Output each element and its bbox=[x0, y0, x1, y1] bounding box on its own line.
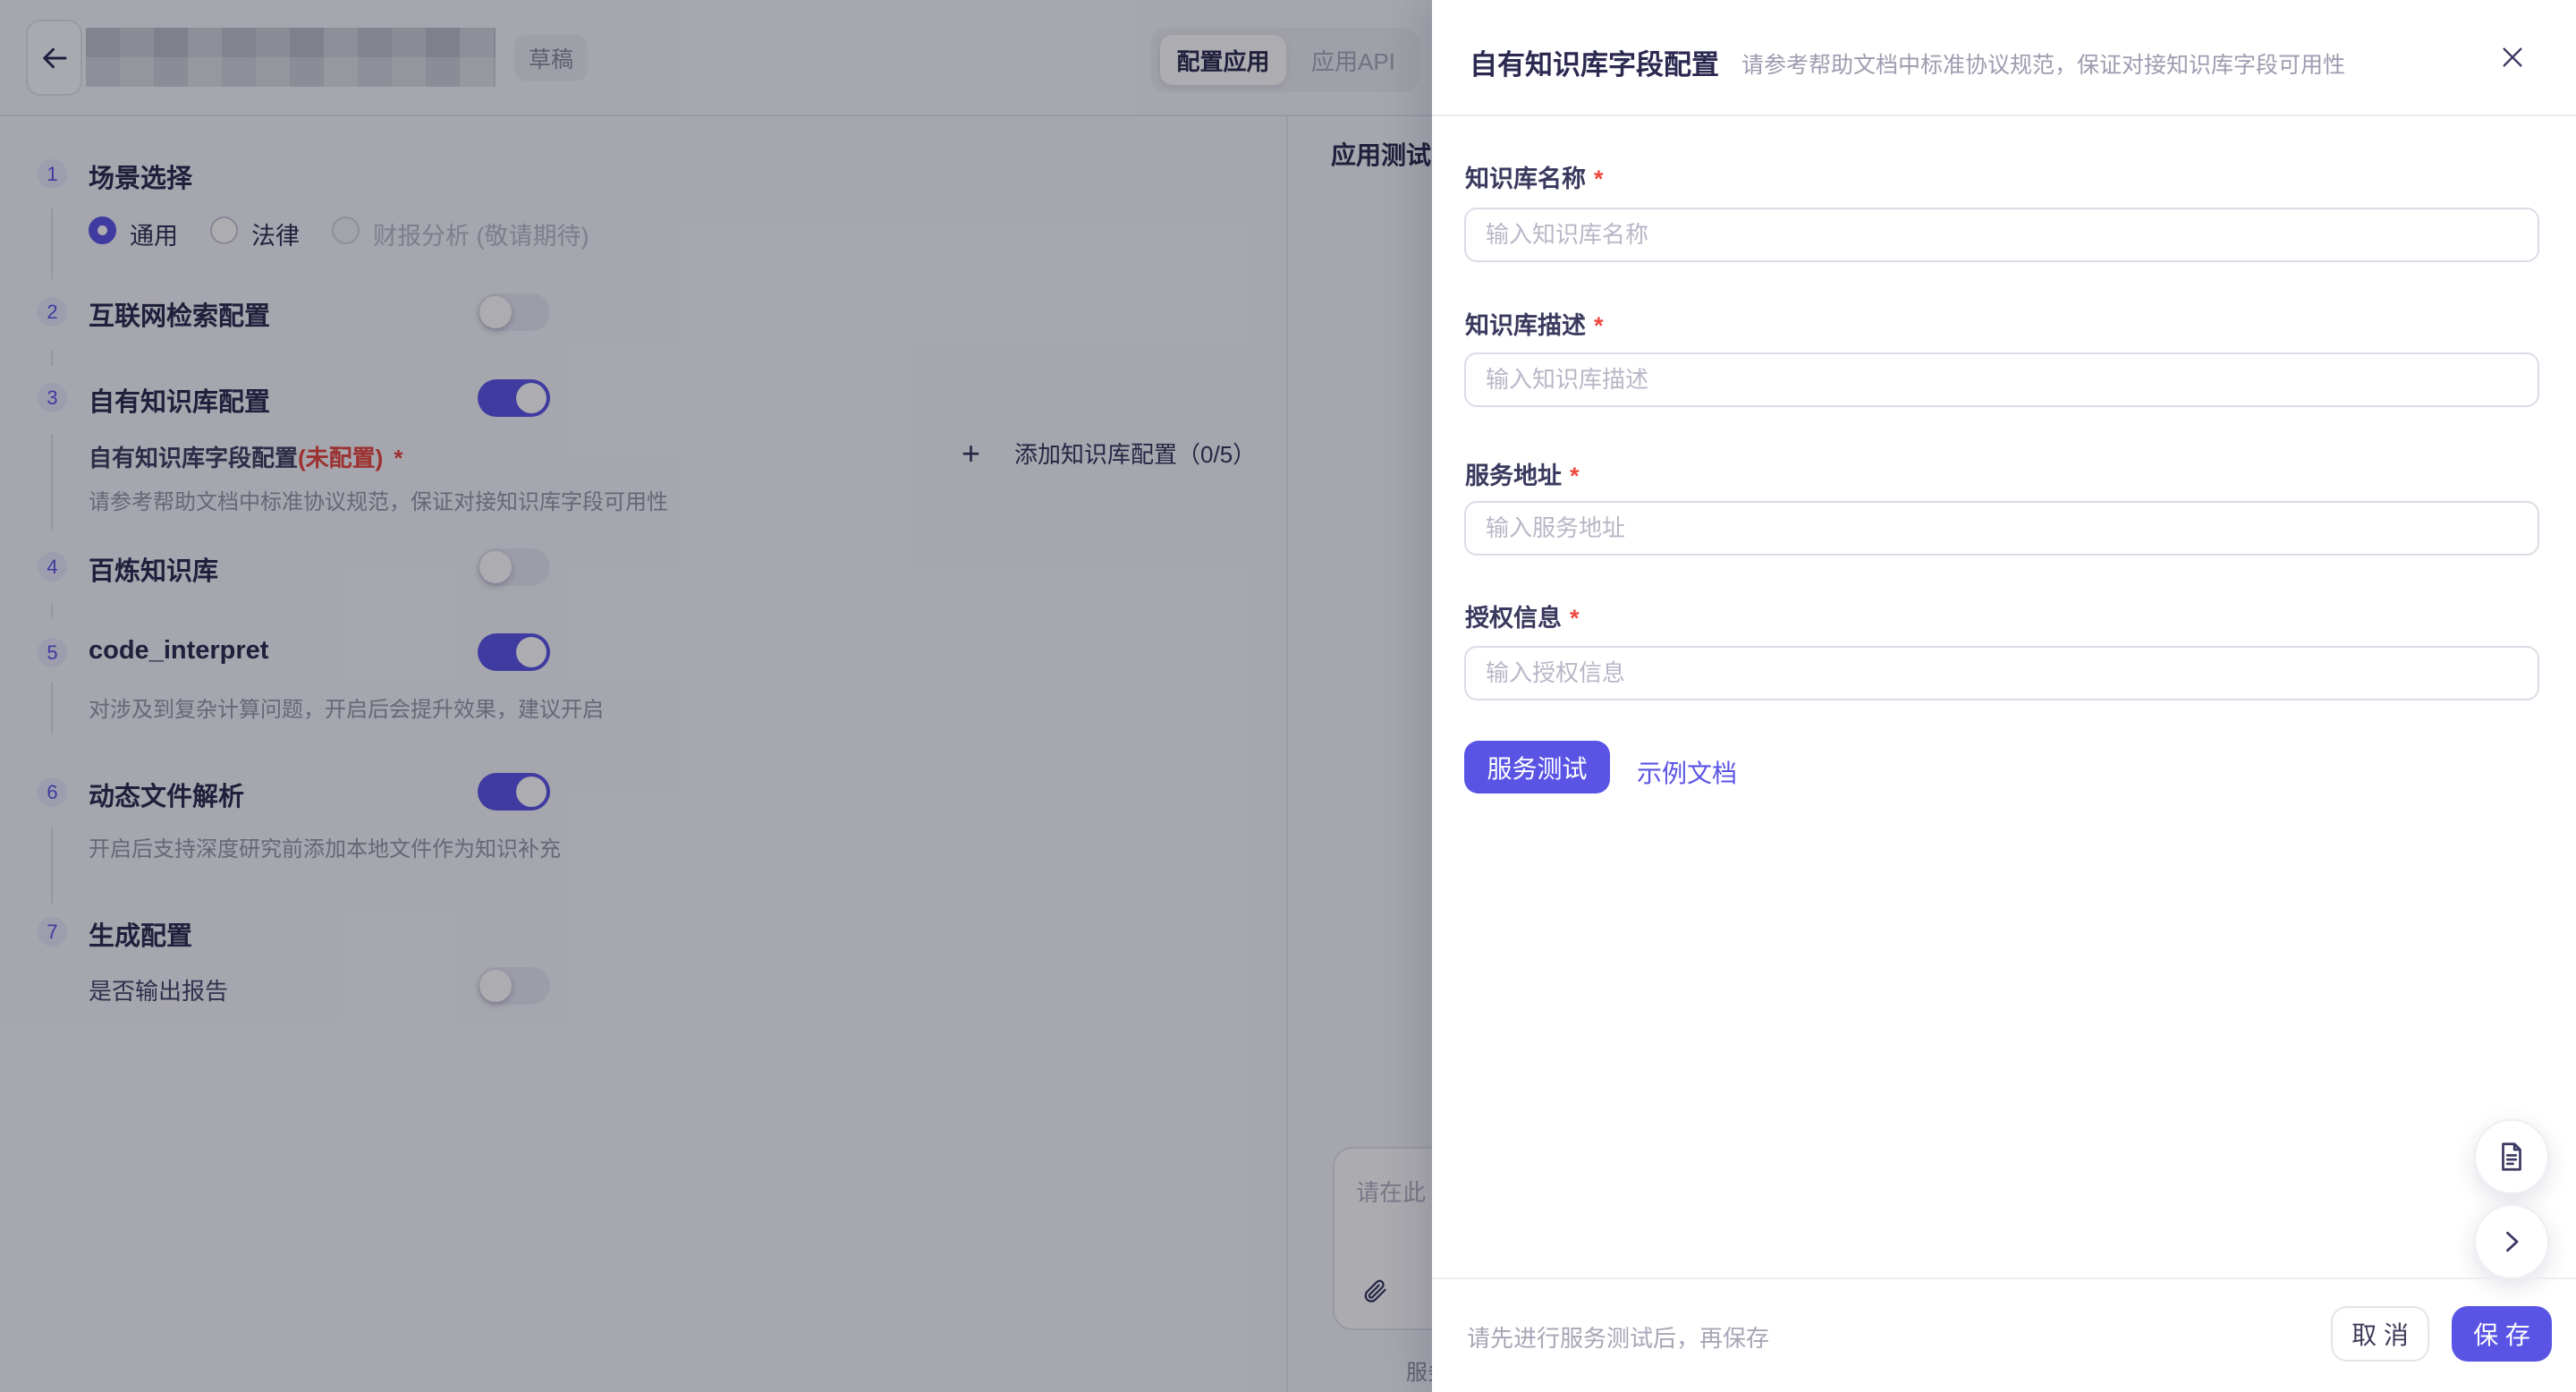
collapse-drawer-button[interactable] bbox=[2474, 1204, 2549, 1279]
required-asterisk: * bbox=[1594, 312, 1604, 339]
auth-info-label-text: 授权信息 bbox=[1465, 605, 1562, 632]
chevron-right-icon bbox=[2496, 1226, 2528, 1258]
document-icon bbox=[2495, 1140, 2529, 1174]
footer-hint: 请先进行服务测试后，再保存 bbox=[1467, 1320, 1769, 1354]
close-icon bbox=[2498, 43, 2527, 72]
kb-desc-input[interactable] bbox=[1464, 352, 2539, 407]
kb-desc-label-text: 知识库描述 bbox=[1465, 312, 1586, 339]
cancel-button[interactable]: 取 消 bbox=[2331, 1306, 2429, 1362]
drawer-header-divider bbox=[1432, 115, 2576, 116]
save-button[interactable]: 保 存 bbox=[2452, 1306, 2552, 1362]
required-asterisk: * bbox=[1570, 463, 1580, 489]
required-asterisk: * bbox=[1594, 166, 1604, 192]
kb-field-config-drawer: 自有知识库字段配置 请参考帮助文档中标准协议规范，保证对接知识库字段可用性 知识… bbox=[1432, 0, 2576, 1392]
service-test-button[interactable]: 服务测试 bbox=[1464, 741, 1610, 794]
service-address-input[interactable] bbox=[1464, 501, 2539, 556]
service-address-label-text: 服务地址 bbox=[1465, 463, 1562, 489]
auth-info-input[interactable] bbox=[1464, 646, 2539, 700]
close-button[interactable] bbox=[2489, 34, 2536, 81]
example-doc-link[interactable]: 示例文档 bbox=[1637, 754, 1737, 790]
kb-desc-label: 知识库描述 * bbox=[1465, 306, 1604, 341]
drawer-footer-divider bbox=[1432, 1277, 2576, 1279]
kb-name-input[interactable] bbox=[1464, 208, 2539, 262]
drawer-subtitle: 请参考帮助文档中标准协议规范，保证对接知识库字段可用性 bbox=[1741, 47, 2345, 80]
kb-name-label: 知识库名称 * bbox=[1465, 159, 1604, 194]
drawer-title: 自有知识库字段配置 bbox=[1470, 42, 1719, 82]
required-asterisk: * bbox=[1570, 605, 1580, 632]
auth-info-label: 授权信息 * bbox=[1465, 598, 1580, 633]
screen: 草稿 配置应用 应用API 应用测试 1 场景选择 通用 法律 财报分析 (敬请… bbox=[0, 0, 2576, 1392]
doc-float-button[interactable] bbox=[2474, 1119, 2549, 1194]
kb-name-label-text: 知识库名称 bbox=[1465, 166, 1586, 192]
service-address-label: 服务地址 * bbox=[1465, 456, 1580, 491]
